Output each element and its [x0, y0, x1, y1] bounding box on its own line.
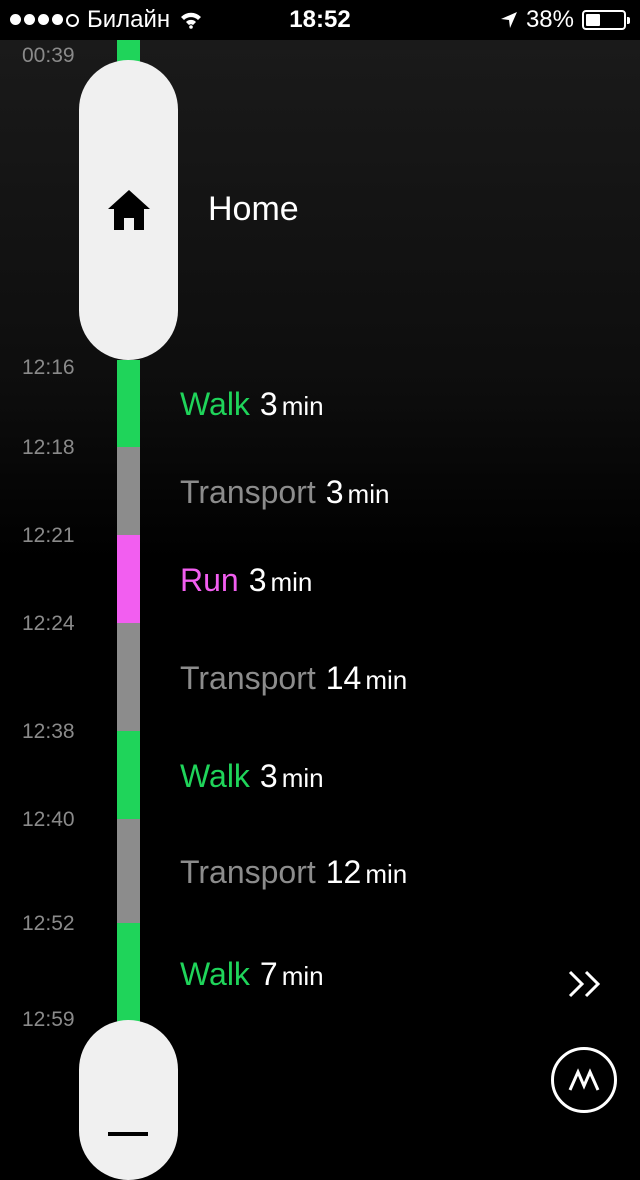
- activity-type: Walk: [180, 758, 250, 794]
- moves-logo-button[interactable]: [551, 1047, 617, 1113]
- activity-duration: 12: [325, 854, 362, 890]
- time-label: 12:52: [22, 912, 75, 935]
- time-label: 12:24: [22, 612, 75, 635]
- activity-duration: 14: [325, 660, 362, 696]
- activity-item[interactable]: Walk 3 min: [180, 758, 324, 795]
- home-icon: [108, 190, 150, 230]
- location-arrow-icon: [500, 12, 517, 28]
- activity-duration: 3: [248, 562, 267, 598]
- place-pill-next[interactable]: [79, 1020, 178, 1180]
- activity-unit: min: [281, 961, 324, 991]
- segment-walk[interactable]: [117, 731, 140, 819]
- segment-transport[interactable]: [117, 623, 140, 731]
- activity-type: Transport: [180, 660, 316, 696]
- segment-walk[interactable]: [117, 360, 140, 447]
- activity-unit: min: [281, 763, 324, 793]
- activity-unit: min: [365, 665, 408, 695]
- segment-transport[interactable]: [117, 447, 140, 535]
- battery-percent: 38%: [525, 6, 574, 33]
- time-label: 12:16: [22, 356, 75, 379]
- status-bar: Билайн 18:52 38%: [0, 0, 640, 40]
- activity-duration: 3: [259, 758, 278, 794]
- moves-logo-icon: [568, 1068, 600, 1091]
- activity-unit: min: [347, 479, 390, 509]
- activity-item[interactable]: Transport 12 min: [180, 854, 407, 891]
- time-label: 12:59: [22, 1008, 75, 1031]
- activity-unit: min: [270, 567, 313, 597]
- activity-duration: 3: [325, 474, 344, 510]
- activity-type: Transport: [180, 474, 316, 510]
- activity-item[interactable]: Walk 3 min: [180, 386, 324, 423]
- time-label: 12:18: [22, 436, 75, 459]
- activity-item[interactable]: Run 3 min: [180, 562, 312, 599]
- activity-unit: min: [365, 859, 408, 889]
- battery-icon: [582, 10, 630, 30]
- time-label: 12:21: [22, 524, 75, 547]
- status-right: 38%: [500, 6, 630, 34]
- next-place-icon: [108, 1132, 148, 1136]
- activity-type: Run: [180, 562, 239, 598]
- time-label: 12:40: [22, 808, 75, 831]
- place-name[interactable]: Home: [208, 190, 299, 229]
- activity-item[interactable]: Transport 3 min: [180, 474, 389, 511]
- activity-duration: 3: [259, 386, 278, 422]
- double-chevron-right-icon[interactable]: [566, 966, 606, 1002]
- activity-type: Walk: [180, 386, 250, 422]
- activity-type: Transport: [180, 854, 316, 890]
- activity-duration: 7: [259, 956, 278, 992]
- segment-run[interactable]: [117, 535, 140, 623]
- segment-transport[interactable]: [117, 819, 140, 923]
- time-label: 12:38: [22, 720, 75, 743]
- activity-item[interactable]: Transport 14 min: [180, 660, 407, 697]
- activity-item[interactable]: Walk 7 min: [180, 956, 324, 993]
- activity-unit: min: [281, 391, 324, 421]
- timeline-view[interactable]: 00:39 Home 12:16 12:18 12:21 12:24 12:38…: [0, 40, 640, 1180]
- activity-type: Walk: [180, 956, 250, 992]
- time-label-start: 00:39: [22, 44, 75, 67]
